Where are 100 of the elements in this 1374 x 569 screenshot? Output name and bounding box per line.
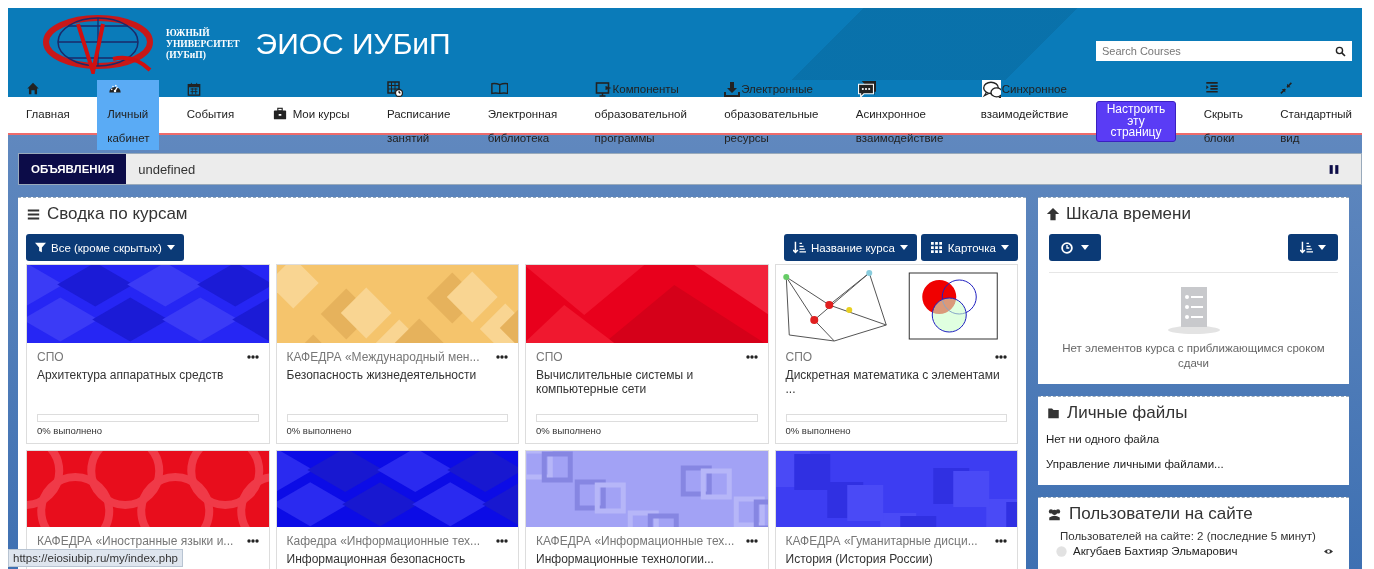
site-title: ЭИОС ИУБиП (255, 27, 452, 61)
course-title[interactable]: Информационные технологии... (536, 552, 758, 566)
more-button[interactable] (745, 355, 758, 359)
briefcase-icon (271, 107, 288, 121)
course-card[interactable]: СПО Дискретная математика с элементами ... 0% выполнено (774, 264, 1018, 444)
course-title[interactable]: История (История России) (785, 552, 1007, 566)
grid-icon (929, 242, 943, 253)
customize-page-button[interactable]: Настроить эту страницу (1095, 101, 1177, 142)
course-category: КАФЕДРА «Информационные тех... (536, 534, 735, 548)
online-summary: Пользователей на сайте: 2 (последние 5 минут) (1060, 530, 1317, 542)
menu-icon (26, 207, 41, 221)
nav-link[interactable]: Стандартный вид (1270, 80, 1362, 150)
more-icon (745, 539, 758, 543)
logo-caption: ЮЖНЫЙ УНИВЕРСИТЕТ (ИУБиП) (166, 27, 240, 61)
nav-link[interactable]: События (176, 80, 245, 150)
sort-icon (1300, 241, 1313, 254)
more-button[interactable] (995, 539, 1007, 543)
more-icon (496, 355, 508, 359)
home-icon (26, 82, 40, 95)
course-title[interactable]: Безопасность жизнедеятельности (286, 368, 508, 396)
date-filter-dropdown[interactable] (1049, 234, 1101, 261)
course-card[interactable]: Кафедра «Информационные тех... Информационная безопасность (275, 450, 519, 569)
course-category: СПО (536, 350, 563, 364)
list-icon (1203, 82, 1220, 95)
nav-link[interactable]: Скрыть блоки (1193, 80, 1253, 150)
more-icon (246, 539, 259, 543)
course-category: КАФЕДРА «Международный мен... (286, 350, 480, 364)
announcement-text: undefined (137, 161, 197, 177)
nav-link[interactable]: Электронные образовательные ресурсы (714, 80, 829, 150)
progress-label: 0% выполнено (536, 425, 603, 436)
folder-icon (1046, 407, 1061, 419)
progress-label: 0% выполнено (286, 425, 353, 436)
course-category: СПО (785, 350, 813, 364)
more-icon (995, 539, 1007, 543)
nav-link[interactable]: Компоненты образовательной программы (584, 80, 697, 150)
nav-link[interactable]: Мои курсы (261, 80, 360, 150)
calendar-icon (186, 81, 201, 96)
nav-link[interactable]: Главная (16, 80, 80, 150)
arrow-up-icon (1046, 207, 1060, 221)
progress-label: 0% выполнено (37, 425, 104, 436)
course-card[interactable]: КАФЕДРА «Гуманитарные дисци... История (История России) (774, 450, 1018, 569)
nav-link[interactable]: Электронная библиотека (477, 80, 568, 150)
more-button[interactable] (995, 355, 1007, 359)
filter-icon (35, 242, 46, 253)
course-card[interactable]: КАФЕДРА «Информационные тех... Информационные технологии... (525, 450, 769, 569)
more-icon (995, 355, 1007, 359)
course-category: Кафедра «Информационные тех... (286, 534, 481, 548)
more-button[interactable] (496, 539, 508, 543)
monitor-icon (594, 80, 612, 97)
sort-icon (792, 241, 806, 254)
more-icon (496, 539, 508, 543)
users-icon (1046, 507, 1063, 521)
sort-dropdown[interactable]: Название курса (783, 234, 917, 261)
more-button[interactable] (496, 355, 508, 359)
caret-icon (166, 245, 175, 250)
course-card[interactable]: СПО Архитектура аппаратных средств 0% выполнено (26, 264, 270, 444)
more-button[interactable] (745, 539, 758, 543)
pause-button[interactable] (1329, 163, 1339, 175)
nav-link[interactable]: Личный кабинет (97, 80, 160, 150)
caret-icon (1081, 245, 1089, 250)
caret-icon (1001, 245, 1009, 250)
document-list-icon (1165, 285, 1222, 335)
empty-message: Нет ни одного файла (1046, 433, 1161, 445)
avatar (1056, 545, 1067, 557)
more-icon (745, 355, 758, 359)
arrows-icon (1280, 81, 1295, 96)
block-title: Пользователи на сайте (1069, 504, 1253, 524)
more-button[interactable] (246, 355, 259, 359)
block-title: Шкала времени (1066, 204, 1191, 224)
filter-dropdown[interactable]: Все (кроме скрытых) (26, 234, 184, 261)
user-name[interactable]: Акгубаев Бахтияр Эльмарович (1073, 545, 1316, 557)
course-title[interactable]: Вычислительные системы и компьютерные сети (536, 368, 758, 396)
gauge-icon (107, 82, 124, 95)
eye-icon (1322, 546, 1335, 556)
search-field[interactable]: Search Courses (1096, 41, 1352, 61)
caret-icon (899, 245, 908, 250)
nav-link[interactable]: Синхронное взаимодействие (970, 80, 1079, 150)
announcements-label: ОБЪЯВЛЕНИЯ (19, 154, 127, 184)
course-title[interactable]: Дискретная математика с элементами ... (785, 368, 1007, 396)
course-category: КАФЕДРА «Гуманитарные дисци... (785, 534, 978, 548)
course-card[interactable]: СПО Вычислительные системы и компьютерные сети 0% выполнено (525, 264, 769, 444)
course-title[interactable]: Информационная безопасность (286, 552, 508, 566)
empty-message: Нет элементов курса с приближающимся сроком сдачи (1061, 341, 1326, 371)
view-dropdown[interactable]: Карточка (920, 234, 1018, 261)
progress-label: 0% выполнено (785, 425, 852, 436)
more-button[interactable] (246, 539, 259, 543)
nav-link[interactable]: Расписание занятий (376, 80, 461, 150)
manage-files-link[interactable]: Управление личными файлами... (1046, 458, 1224, 470)
caret-icon (1318, 245, 1326, 250)
chat-icon (855, 80, 876, 97)
course-category: КАФЕДРА «Иностранные языки и... (37, 534, 234, 548)
block-title: Сводка по курсам (47, 204, 188, 224)
course-title[interactable]: Архитектура аппаратных средств (37, 368, 259, 396)
block-title: Личные файлы (1067, 403, 1188, 423)
download-icon (724, 80, 741, 97)
nav-link[interactable]: Асинхронное взаимодействие (845, 80, 954, 150)
sort-dropdown[interactable] (1288, 234, 1338, 261)
course-category: СПО (37, 350, 64, 364)
course-card[interactable]: КАФЕДРА «Международный мен... Безопасность жизнедеятельности 0% выполнено (275, 264, 519, 444)
table-icon (386, 80, 403, 97)
